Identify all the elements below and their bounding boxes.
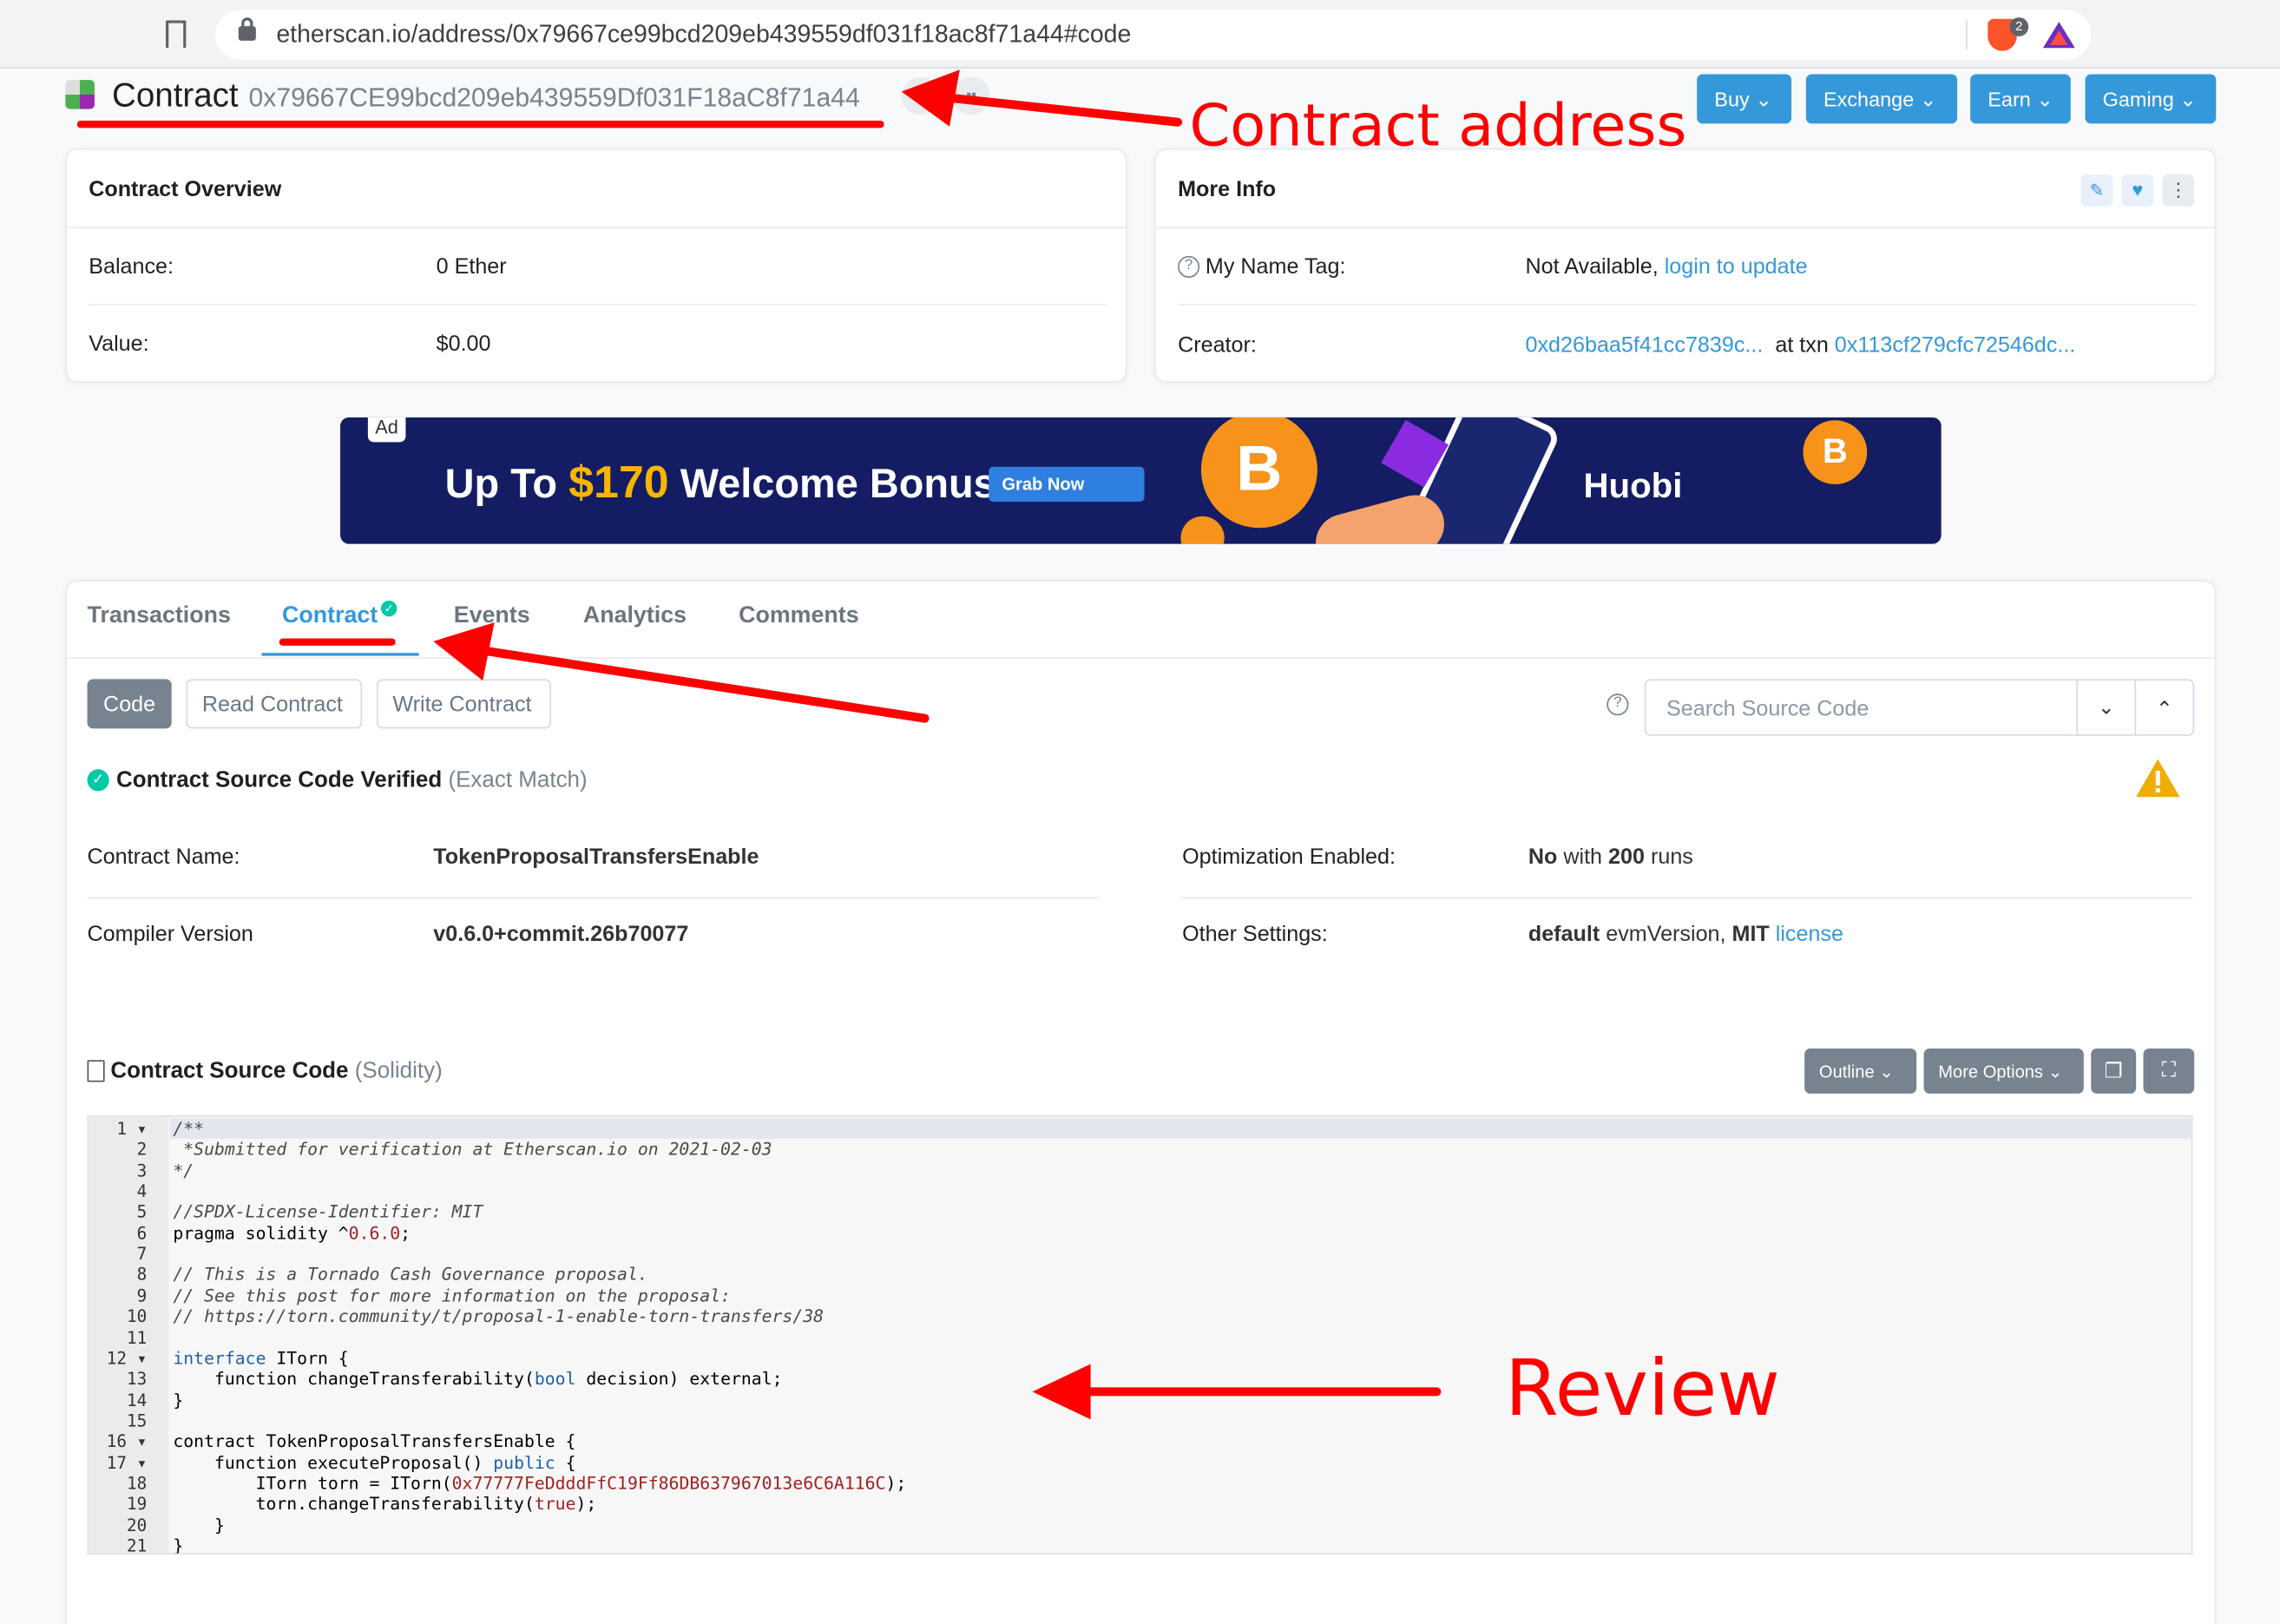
arrow-head bbox=[1032, 1364, 1091, 1420]
review-annotation: Review bbox=[1505, 1345, 1780, 1434]
contract-address-annotation: Contract address bbox=[1189, 93, 1687, 161]
arrow-head bbox=[433, 622, 495, 681]
arrow-line bbox=[940, 93, 1183, 127]
arrow-head bbox=[901, 69, 960, 127]
arrow-annotations bbox=[433, 69, 1442, 1420]
arrow-line bbox=[475, 645, 930, 723]
